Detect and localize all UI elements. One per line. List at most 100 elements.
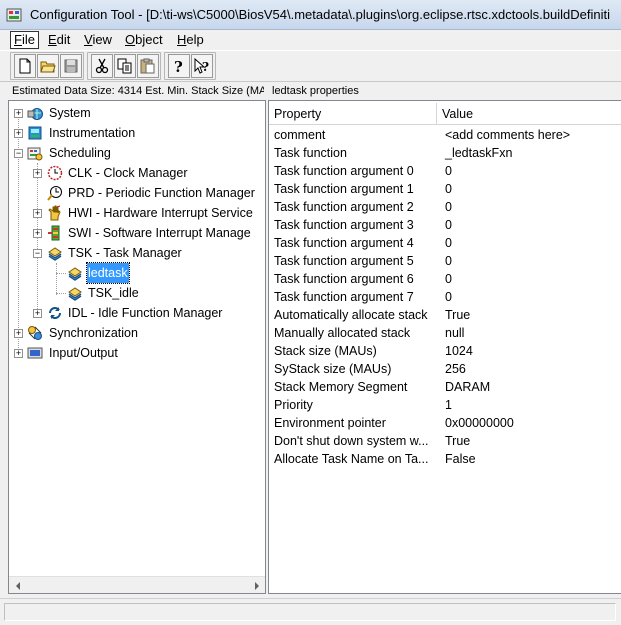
expand-icon[interactable]: + bbox=[14, 129, 23, 138]
tree-item-idl[interactable]: + IDL - Idle Function Manager bbox=[9, 303, 265, 323]
system-globe-icon bbox=[27, 108, 43, 120]
tree-item-scheduling[interactable]: − Scheduling bbox=[9, 143, 265, 163]
tree-item-prd[interactable]: PRD - Periodic Function Manager bbox=[9, 183, 265, 203]
property-row[interactable]: Manually allocated stack null bbox=[274, 324, 614, 342]
save-button[interactable] bbox=[60, 54, 82, 78]
property-row[interactable]: Automatically allocate stack True bbox=[274, 306, 614, 324]
property-value[interactable]: 0 bbox=[445, 216, 452, 234]
property-row[interactable]: SyStack size (MAUs) 256 bbox=[274, 360, 614, 378]
help-button[interactable]: ? bbox=[168, 54, 190, 78]
property-row[interactable]: Task function argument 5 0 bbox=[274, 252, 614, 270]
property-row[interactable]: Task function argument 6 0 bbox=[274, 270, 614, 288]
tree-label-prd: PRD - Periodic Function Manager bbox=[68, 186, 255, 200]
property-value[interactable]: DARAM bbox=[445, 378, 490, 396]
tree-item-system[interactable]: + System bbox=[9, 103, 265, 123]
tree-item-ledtask[interactable]: ledtask bbox=[9, 262, 265, 284]
scroll-left-icon[interactable] bbox=[9, 577, 26, 593]
property-value[interactable]: _ledtaskFxn bbox=[445, 144, 512, 162]
property-row[interactable]: Task function argument 7 0 bbox=[274, 288, 614, 306]
menu-view[interactable]: View bbox=[81, 32, 115, 48]
property-row[interactable]: Allocate Task Name on Ta... False bbox=[274, 450, 614, 468]
new-button[interactable] bbox=[14, 54, 36, 78]
expand-icon[interactable]: + bbox=[33, 209, 42, 218]
property-value[interactable]: 1 bbox=[445, 396, 452, 414]
expand-icon[interactable]: + bbox=[14, 109, 23, 118]
menu-edit[interactable]: Edit bbox=[45, 32, 73, 48]
property-row[interactable]: Task function _ledtaskFxn bbox=[274, 144, 614, 162]
property-name: Environment pointer bbox=[274, 416, 386, 430]
property-value[interactable]: 0 bbox=[445, 198, 452, 216]
scroll-right-icon[interactable] bbox=[248, 577, 265, 593]
property-value[interactable]: False bbox=[445, 450, 476, 468]
property-row[interactable]: Task function argument 3 0 bbox=[274, 216, 614, 234]
tree-item-input-output[interactable]: + Input/Output bbox=[9, 343, 265, 363]
property-row[interactable]: Stack Memory Segment DARAM bbox=[274, 378, 614, 396]
menu-edit-key: E bbox=[48, 32, 57, 47]
property-row[interactable]: Task function argument 0 0 bbox=[274, 162, 614, 180]
expand-icon[interactable]: + bbox=[33, 169, 42, 178]
property-name: Automatically allocate stack bbox=[274, 308, 428, 322]
property-name: Stack size (MAUs) bbox=[274, 344, 377, 358]
menu-help[interactable]: Help bbox=[174, 32, 207, 48]
collapse-icon[interactable]: − bbox=[14, 149, 23, 158]
property-row[interactable]: Don't shut down system w... True bbox=[274, 432, 614, 450]
property-value[interactable]: 0 bbox=[445, 270, 452, 288]
expand-icon[interactable]: + bbox=[33, 309, 42, 318]
property-row[interactable]: Task function argument 2 0 bbox=[274, 198, 614, 216]
open-button[interactable] bbox=[37, 54, 59, 78]
task-icon bbox=[68, 267, 82, 281]
paste-button[interactable] bbox=[137, 54, 159, 78]
collapse-icon[interactable]: − bbox=[33, 249, 42, 258]
tree-label-idl: IDL - Idle Function Manager bbox=[68, 306, 223, 320]
context-help-button[interactable]: ? bbox=[191, 54, 213, 78]
property-value[interactable]: <add comments here> bbox=[445, 126, 570, 144]
column-header-property[interactable]: Property bbox=[269, 103, 437, 125]
tree-item-instrumentation[interactable]: + Instrumentation bbox=[9, 123, 265, 143]
tree-horizontal-scrollbar[interactable] bbox=[9, 576, 265, 593]
menu-bar: File Edit View Object Help bbox=[0, 30, 621, 50]
menu-file-key: F bbox=[14, 32, 22, 47]
menu-file[interactable]: File bbox=[10, 31, 39, 49]
copy-button[interactable] bbox=[114, 54, 136, 78]
property-value[interactable]: True bbox=[445, 306, 470, 324]
tree-item-clk[interactable]: + CLK - Clock Manager bbox=[9, 163, 265, 183]
svg-text:?: ? bbox=[202, 60, 209, 74]
property-row[interactable]: comment <add comments here> bbox=[274, 126, 614, 144]
copy-icon bbox=[117, 58, 132, 74]
property-row[interactable]: Stack size (MAUs) 1024 bbox=[274, 342, 614, 360]
property-name: Task function argument 7 bbox=[274, 290, 414, 304]
expand-icon[interactable]: + bbox=[33, 229, 42, 238]
property-row[interactable]: Task function argument 4 0 bbox=[274, 234, 614, 252]
tree-item-swi[interactable]: + SWI - Software Interrupt Manage bbox=[9, 223, 265, 243]
expand-icon[interactable]: + bbox=[14, 349, 23, 358]
column-header-value[interactable]: Value bbox=[437, 103, 621, 125]
tree-item-synchronization[interactable]: + Synchronization bbox=[9, 323, 265, 343]
property-value[interactable]: 0 bbox=[445, 180, 452, 198]
tree-item-tsk-idle[interactable]: TSK_idle bbox=[9, 283, 265, 303]
menu-view-rest: iew bbox=[92, 32, 112, 47]
tree-item-tsk[interactable]: − TSK - Task Manager bbox=[9, 243, 265, 263]
property-value[interactable]: True bbox=[445, 432, 470, 450]
property-value[interactable]: 0x00000000 bbox=[445, 414, 514, 432]
property-name: Task function argument 0 bbox=[274, 164, 414, 178]
synchronization-icon bbox=[28, 326, 42, 340]
menu-object[interactable]: Object bbox=[122, 32, 166, 48]
cut-button[interactable] bbox=[91, 54, 113, 78]
property-value[interactable]: null bbox=[445, 324, 464, 342]
object-tree[interactable]: + System + Instrumentation − Scheduling … bbox=[8, 100, 266, 594]
property-value[interactable]: 0 bbox=[445, 288, 452, 306]
property-row[interactable]: Task function argument 1 0 bbox=[274, 180, 614, 198]
tree-label-ledtask: ledtask bbox=[86, 262, 130, 284]
expand-icon[interactable]: + bbox=[14, 329, 23, 338]
property-row[interactable]: Environment pointer 0x00000000 bbox=[274, 414, 614, 432]
property-value[interactable]: 1024 bbox=[445, 342, 473, 360]
tree-item-hwi[interactable]: + HWI - Hardware Interrupt Service bbox=[9, 203, 265, 223]
property-value[interactable]: 256 bbox=[445, 360, 466, 378]
tree-label-input-output: Input/Output bbox=[49, 346, 118, 360]
property-row[interactable]: Priority 1 bbox=[274, 396, 614, 414]
property-value[interactable]: 0 bbox=[445, 252, 452, 270]
property-value[interactable]: 0 bbox=[445, 234, 452, 252]
properties-panel: Property Value comment <add comments here… bbox=[268, 100, 621, 594]
property-value[interactable]: 0 bbox=[445, 162, 452, 180]
menu-edit-rest: dit bbox=[56, 32, 71, 47]
